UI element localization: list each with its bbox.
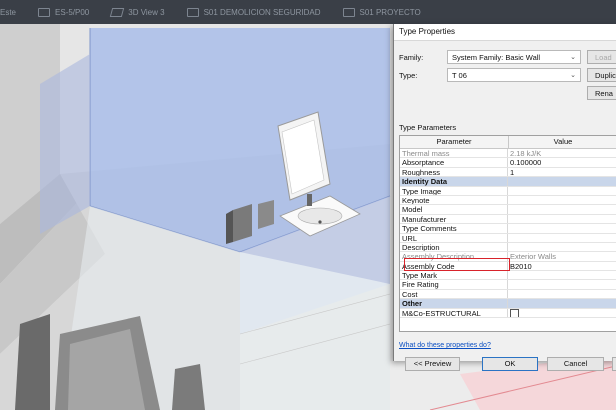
- parameter-value-cell: [508, 309, 616, 318]
- parameter-name: Type Image: [400, 186, 508, 195]
- dialog-title: Type Properties: [394, 24, 616, 41]
- parameter-name: Identity Data: [400, 177, 508, 186]
- ok-button[interactable]: OK: [482, 357, 538, 371]
- chevron-down-icon: ⌄: [570, 72, 576, 79]
- parameter-name: M&Co-ESTRUCTURAL: [400, 308, 508, 318]
- type-value: T 06: [452, 71, 467, 80]
- floor-plan-icon: [186, 7, 199, 17]
- help-link[interactable]: What do these properties do?: [399, 342, 491, 349]
- type-dropdown[interactable]: T 06 ⌄: [447, 68, 581, 82]
- family-row: Family: System Family: Basic Wall ⌄: [399, 50, 581, 64]
- view-tab-label: ES-5/P00: [55, 7, 90, 17]
- parameter-value[interactable]: [508, 234, 616, 242]
- parameter-value[interactable]: 0.100000: [508, 158, 616, 166]
- type-properties-dialog: Type Properties Family: System Family: B…: [393, 24, 616, 371]
- parameter-name: Keynote: [400, 195, 508, 205]
- parameter-name: Model: [400, 205, 508, 214]
- chevron-down-icon: ⌄: [570, 54, 576, 61]
- 3d-view-icon: [110, 7, 125, 17]
- parameter-value[interactable]: [508, 205, 616, 213]
- view-tab-label: S01 DEMOLICION SEGURIDAD: [203, 7, 321, 17]
- parameter-name: Type Mark: [400, 271, 508, 280]
- parameter-value[interactable]: 1: [508, 168, 616, 176]
- table-body: Thermal mass 2.18 kJ/K Absorptance 0.100000…: [400, 149, 616, 319]
- view-tab[interactable]: ES-5/P00: [38, 7, 90, 17]
- view-tab[interactable]: Este: [0, 8, 16, 17]
- view-tab[interactable]: S01 PROYECTO: [342, 7, 421, 17]
- parameter-value[interactable]: [508, 271, 616, 279]
- parameter-name: Description: [400, 242, 508, 252]
- parameter-name: Roughness: [400, 167, 508, 177]
- table-header: Parameter Value: [400, 136, 616, 149]
- type-row: Type: T 06 ⌄: [399, 68, 581, 82]
- parameter-value[interactable]: [508, 243, 616, 251]
- rename-button[interactable]: Rena: [587, 86, 616, 100]
- table-row: Manufacturer: [400, 214, 616, 225]
- parameter-name: Other: [400, 299, 508, 308]
- parameter-value: 2.18 kJ/K: [510, 149, 542, 158]
- cancel-button[interactable]: Cancel: [547, 357, 604, 371]
- parameter-name: Cost: [400, 289, 508, 299]
- sheet-view-icon: [38, 7, 51, 17]
- view-tab-label: 3D View 3: [128, 7, 165, 17]
- parameter-name: Thermal mass: [400, 149, 508, 158]
- duplicate-button[interactable]: Duplic: [587, 68, 616, 82]
- type-label: Type:: [399, 70, 418, 80]
- view-tab-bar: Este ES-5/P00 3D View 3 S01 DEMOLICION SEGU…: [0, 0, 616, 24]
- table-row: URL: [400, 233, 616, 243]
- table-row: Type Image: [400, 186, 616, 196]
- view-tab[interactable]: 3D View 3: [110, 7, 165, 17]
- parameter-value[interactable]: B2010: [508, 262, 616, 270]
- structural-checkbox[interactable]: [510, 309, 519, 318]
- load-button[interactable]: Load: [587, 50, 616, 64]
- table-row: Model: [400, 205, 616, 215]
- column-header-value: Value: [553, 137, 573, 146]
- table-row: Absorptance 0.100000: [400, 158, 616, 168]
- parameter-value[interactable]: [508, 290, 616, 298]
- parameter-value: [508, 299, 616, 307]
- table-row: Thermal mass 2.18 kJ/K: [400, 149, 616, 159]
- table-row: Keynote: [400, 195, 616, 206]
- view-tab-label: S01 PROYECTO: [359, 7, 421, 17]
- type-parameters-label: Type Parameters: [399, 123, 457, 132]
- view-tab-label: Este: [0, 7, 17, 17]
- parameters-table: Parameter Value Thermal mass 2.18 kJ/K Abs…: [399, 135, 616, 332]
- column-header-parameter: Parameter: [400, 136, 509, 148]
- parameter-value[interactable]: [508, 224, 616, 232]
- parameter-value: [508, 177, 616, 185]
- parameter-name: Fire Rating: [400, 280, 508, 289]
- parameter-value[interactable]: [508, 187, 616, 195]
- family-value: System Family: Basic Wall: [452, 53, 541, 62]
- table-row: Description: [400, 242, 616, 253]
- group-row[interactable]: Other: [400, 299, 616, 309]
- table-row: Type Comments: [400, 224, 616, 234]
- table-row: M&Co-ESTRUCTURAL: [400, 308, 616, 319]
- parameter-value[interactable]: [508, 280, 616, 288]
- table-row: Fire Rating: [400, 280, 616, 290]
- parameter-value[interactable]: [508, 196, 616, 204]
- parameter-name: Absorptance: [400, 158, 508, 167]
- table-row: Cost: [400, 289, 616, 300]
- table-row: Type Mark: [400, 271, 616, 281]
- apply-button[interactable]: A: [612, 357, 616, 371]
- parameter-name: Type Comments: [400, 224, 508, 233]
- group-row[interactable]: Identity Data: [400, 177, 616, 187]
- parameter-value: Exterior Walls: [510, 252, 556, 261]
- parameter-name: Manufacturer: [400, 214, 508, 224]
- family-dropdown[interactable]: System Family: Basic Wall ⌄: [447, 50, 581, 64]
- parameter-name: URL: [400, 233, 508, 242]
- fire-rating-highlight-box: [404, 258, 510, 271]
- preview-button[interactable]: << Preview: [405, 357, 460, 371]
- table-row: Roughness 1: [400, 167, 616, 178]
- family-label: Family:: [399, 52, 424, 62]
- floor-plan-icon: [342, 7, 355, 17]
- view-tab[interactable]: S01 DEMOLICION SEGURIDAD: [186, 7, 321, 17]
- parameter-value[interactable]: [508, 215, 616, 223]
